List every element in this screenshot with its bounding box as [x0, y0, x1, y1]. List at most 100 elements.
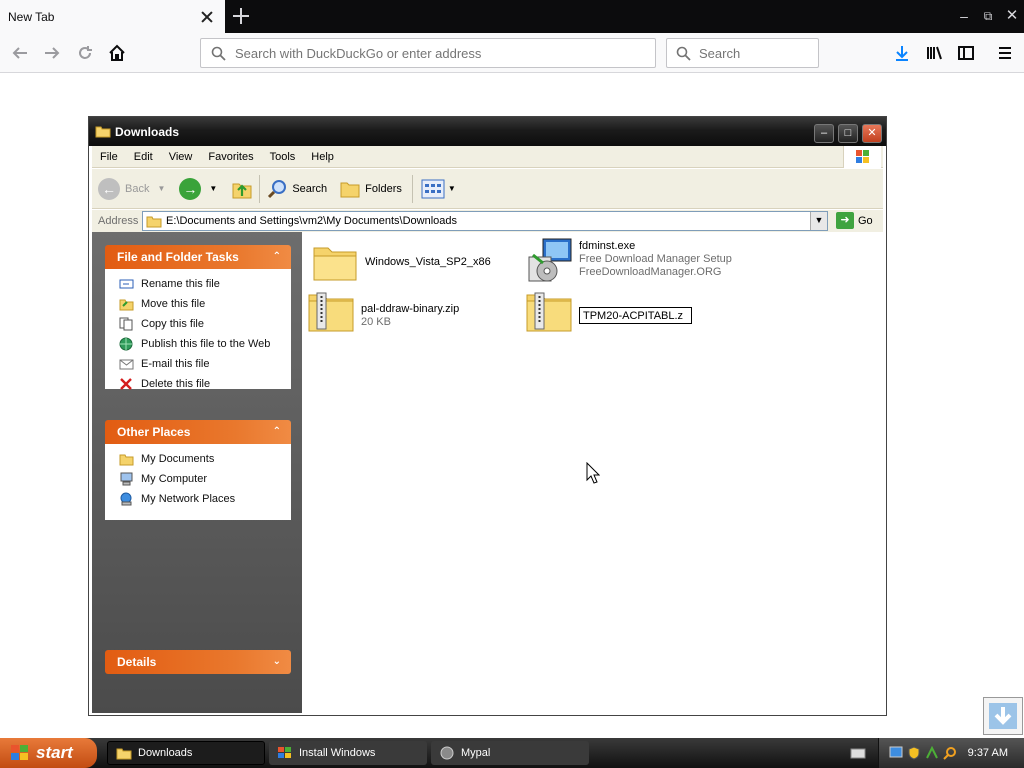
close-button[interactable]: ✕: [862, 124, 882, 143]
address-label: Address: [98, 215, 139, 227]
tab-new-tab[interactable]: New Tab: [0, 0, 225, 33]
minimize-button[interactable]: –: [814, 124, 834, 143]
back-arrow-icon[interactable]: [8, 41, 32, 65]
tasks-panel-title: File and Folder Tasks: [117, 250, 239, 264]
new-tab-icon[interactable]: [232, 7, 250, 25]
move-icon: [119, 297, 134, 311]
place-network[interactable]: My Network Places: [105, 489, 291, 509]
task-install-windows[interactable]: Install Windows: [269, 741, 427, 765]
url-bar[interactable]: [200, 38, 656, 68]
window-titlebar[interactable]: Downloads – □ ✕: [89, 117, 886, 146]
file-item[interactable]: pal-ddraw-binary.zip 20 KB: [307, 291, 459, 335]
file-name: pal-ddraw-binary.zip: [361, 303, 460, 315]
menu-help[interactable]: Help: [303, 151, 342, 163]
search-icon: [211, 46, 226, 61]
task-email[interactable]: E-mail this file: [105, 354, 291, 374]
menu-bar: File Edit View Favorites Tools Help: [92, 146, 883, 168]
menu-file[interactable]: File: [92, 151, 126, 163]
display-icon[interactable]: [889, 746, 903, 760]
search-button[interactable]: Search: [266, 178, 327, 200]
task-move[interactable]: Move this file: [105, 294, 291, 314]
rename-input[interactable]: TPM20-ACPITABL.z: [579, 307, 692, 324]
tab-title: New Tab: [8, 9, 55, 24]
close-tab-icon[interactable]: [200, 10, 214, 24]
forward-arrow-icon: →: [179, 177, 202, 200]
expand-icon[interactable]: ⌄: [273, 650, 281, 674]
task-delete[interactable]: Delete this file: [105, 374, 291, 394]
task-label: Downloads: [138, 747, 193, 759]
search-icon[interactable]: [943, 746, 957, 760]
address-dropdown-icon[interactable]: ▼: [810, 212, 827, 230]
folders-button[interactable]: Folders: [339, 178, 402, 200]
download-float-button[interactable]: [983, 697, 1023, 735]
minimize-icon[interactable]: –: [955, 7, 973, 25]
task-label: Mypal: [461, 747, 491, 759]
url-input[interactable]: [235, 45, 655, 61]
security-shield-icon[interactable]: [907, 746, 921, 760]
tasks-panel-header[interactable]: File and Folder Tasks ⌃: [105, 245, 291, 269]
menu-edit[interactable]: Edit: [126, 151, 161, 163]
collapse-icon[interactable]: ⌃: [273, 245, 281, 269]
back-button[interactable]: ← Back ▼: [98, 177, 165, 200]
go-arrow-icon: ➜: [836, 212, 854, 229]
search-icon: [266, 178, 288, 200]
start-button[interactable]: start: [0, 738, 97, 768]
search-input[interactable]: [699, 45, 818, 61]
views-icon: [421, 179, 445, 199]
maximize-button[interactable]: □: [838, 124, 858, 143]
address-bar: Address E:\Documents and Settings\vm2\My…: [92, 210, 883, 232]
reload-icon[interactable]: [73, 41, 97, 65]
task-copy[interactable]: Copy this file: [105, 314, 291, 334]
clock: 9:37 AM: [967, 747, 1008, 759]
file-item-renaming[interactable]: TPM20-ACPITABL.z: [525, 291, 692, 335]
place-label: My Computer: [141, 473, 208, 485]
file-item[interactable]: Windows_Vista_SP2_x86: [311, 242, 491, 286]
task-label: Delete this file: [141, 378, 211, 390]
folders-label: Folders: [365, 182, 402, 195]
menu-view[interactable]: View: [161, 151, 201, 163]
taskbar: start Downloads Install Windows Mypal 9:…: [0, 738, 1024, 768]
network-icon[interactable]: [925, 746, 939, 760]
go-button[interactable]: ➜ Go: [836, 212, 873, 229]
download-arrow-icon: [988, 702, 1018, 730]
hamburger-menu-icon[interactable]: [993, 41, 1017, 65]
task-label: Copy this file: [141, 318, 204, 330]
task-downloads[interactable]: Downloads: [107, 741, 265, 765]
task-pane: File and Folder Tasks ⌃ Rename this file…: [92, 232, 302, 713]
task-mypal[interactable]: Mypal: [431, 741, 589, 765]
task-rename[interactable]: Rename this file: [105, 274, 291, 294]
places-panel-title: Other Places: [117, 425, 191, 439]
task-publish[interactable]: Publish this file to the Web: [105, 334, 291, 354]
up-folder-button[interactable]: [231, 178, 253, 200]
keyboard-icon[interactable]: [850, 747, 866, 759]
network-icon: [119, 492, 134, 506]
details-panel-header[interactable]: Details ⌄: [105, 650, 291, 674]
search-label: Search: [292, 182, 328, 195]
start-label: start: [36, 743, 73, 762]
close-window-icon[interactable]: ✕: [1003, 7, 1021, 25]
places-panel-header[interactable]: Other Places ⌃: [105, 420, 291, 444]
browser-nav-bar: [0, 33, 1024, 73]
place-label: My Network Places: [141, 493, 236, 505]
place-my-computer[interactable]: My Computer: [105, 469, 291, 489]
place-label: My Documents: [141, 453, 215, 465]
sidebar-icon[interactable]: [954, 41, 978, 65]
file-company: FreeDownloadManager.ORG: [579, 266, 722, 278]
task-label: Publish this file to the Web: [141, 338, 271, 350]
collapse-icon[interactable]: ⌃: [273, 420, 281, 444]
forward-button[interactable]: → ▼: [179, 177, 217, 200]
forward-arrow-icon[interactable]: [40, 41, 64, 65]
file-item[interactable]: fdminst.exe Free Download Manager Setup …: [525, 237, 732, 282]
library-icon[interactable]: [922, 41, 946, 65]
restore-icon[interactable]: ⧉: [979, 7, 997, 25]
place-my-documents[interactable]: My Documents: [105, 449, 291, 469]
search-bar[interactable]: [666, 38, 819, 68]
home-icon[interactable]: [105, 41, 129, 65]
views-button[interactable]: ▼: [421, 179, 456, 199]
go-label: Go: [858, 214, 873, 227]
download-arrow-icon[interactable]: [890, 41, 914, 65]
address-field[interactable]: E:\Documents and Settings\vm2\My Documen…: [142, 211, 828, 231]
menu-favorites[interactable]: Favorites: [200, 151, 261, 163]
menu-tools[interactable]: Tools: [262, 151, 304, 163]
globe-icon: [119, 337, 134, 351]
